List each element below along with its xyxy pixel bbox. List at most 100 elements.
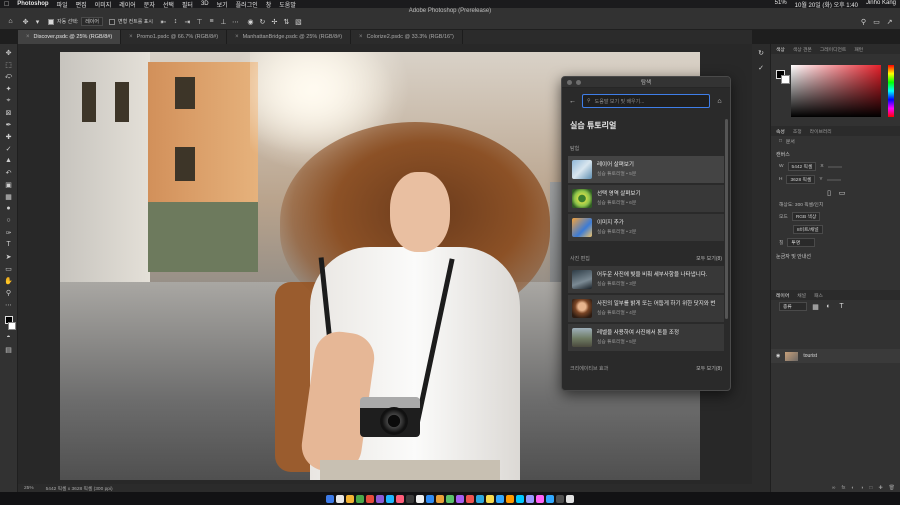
landscape-orientation-icon[interactable]: ▭: [838, 188, 847, 197]
move-tool-icon[interactable]: ✥: [21, 17, 30, 26]
tab-adjustments[interactable]: 조정: [793, 128, 802, 135]
move-tool-icon[interactable]: ✥: [3, 48, 15, 57]
home-icon[interactable]: ⌂: [715, 97, 724, 106]
dock-app-icon[interactable]: [416, 494, 424, 503]
dock-app-icon[interactable]: [566, 494, 574, 503]
new-group-icon[interactable]: □: [869, 485, 872, 491]
canvas-section-header[interactable]: 캔버스: [771, 147, 900, 160]
auto-select-dropdown[interactable]: 레이어: [81, 17, 103, 26]
marquee-tool-icon[interactable]: ⬚: [3, 60, 15, 69]
pen-tool-icon[interactable]: ✑: [3, 228, 15, 237]
eyedropper-tool-icon[interactable]: ✒: [3, 120, 15, 129]
tutorial-card[interactable]: 레벨을 사용하여 사진에서 톤을 조정 실습 튜토리얼 • 5분: [568, 324, 724, 351]
layer-row[interactable]: ◉ tourist: [771, 349, 900, 363]
close-icon[interactable]: ×: [359, 34, 363, 40]
brush-tool-icon[interactable]: ✓: [3, 144, 15, 153]
more-tools-icon[interactable]: ⋯: [3, 300, 15, 309]
tab-colorize2[interactable]: × Colorize2.psdc @ 33.3% (RGB/16"): [351, 30, 463, 44]
tutorial-card[interactable]: 이미지 추가 실습 튜토리얼 • 2분: [568, 214, 724, 241]
search-icon[interactable]: ⚲: [859, 17, 868, 26]
close-icon[interactable]: ×: [26, 34, 30, 40]
fill-dropdown[interactable]: 투명: [787, 238, 816, 247]
dock-app-icon[interactable]: [436, 494, 444, 503]
align-top-icon[interactable]: ⊤: [195, 17, 204, 26]
dock-app-icon[interactable]: [506, 494, 514, 503]
mode-dropdown[interactable]: RGB 색상: [791, 212, 821, 221]
apple-icon[interactable]: : [4, 1, 9, 8]
dock-app-icon[interactable]: [496, 494, 504, 503]
adjustment-layer-icon[interactable]: ◑: [860, 485, 863, 491]
close-icon[interactable]: ×: [235, 34, 239, 40]
eraser-tool-icon[interactable]: ▣: [3, 180, 15, 189]
tab-discover[interactable]: × Discover.psdc @ 25% (RGB/8#): [18, 30, 122, 44]
dock-app-icon[interactable]: [466, 494, 474, 503]
zoom-tool-icon[interactable]: ⚲: [3, 288, 15, 297]
healing-brush-tool-icon[interactable]: ✚: [3, 132, 15, 141]
dock-app-icon[interactable]: [486, 494, 494, 503]
3d-mode-icon[interactable]: ◉: [246, 17, 255, 26]
dock-app-icon[interactable]: [376, 494, 384, 503]
tab-layers[interactable]: 레이어: [776, 292, 789, 299]
chevron-down-icon[interactable]: ▾: [33, 17, 42, 26]
brush-settings-icon[interactable]: ✓: [757, 63, 766, 72]
magic-wand-tool-icon[interactable]: ✦: [3, 84, 15, 93]
align-right-icon[interactable]: ⇥: [183, 17, 192, 26]
auto-select-checkbox[interactable]: [48, 18, 54, 25]
tab-gradients[interactable]: 그레이디언트: [820, 46, 846, 53]
history-icon[interactable]: ↻: [757, 48, 766, 57]
menu-3d[interactable]: 3D: [201, 1, 209, 7]
see-all-link[interactable]: 모두 보기(8): [696, 255, 722, 262]
dock-app-icon[interactable]: [546, 494, 554, 503]
dock-app-icon[interactable]: [456, 494, 464, 503]
learn-titlebar[interactable]: 탐색: [562, 77, 730, 88]
dock-app-icon[interactable]: [336, 494, 344, 503]
hand-tool-icon[interactable]: ✋: [3, 276, 15, 285]
tab-properties[interactable]: 속성: [776, 128, 785, 135]
link-layers-icon[interactable]: ∞: [832, 485, 836, 491]
path-selection-tool-icon[interactable]: ➤: [3, 252, 15, 261]
close-icon[interactable]: ×: [129, 34, 133, 40]
minimize-window-button[interactable]: [576, 79, 581, 85]
bit-depth-dropdown[interactable]: 8비트/채널: [793, 225, 823, 234]
height-field[interactable]: 3628 픽셀: [786, 175, 816, 184]
3d-rotate-icon[interactable]: ↻: [258, 17, 267, 26]
learn-scrollbar[interactable]: [725, 119, 728, 319]
tab-patterns[interactable]: 패턴: [854, 46, 863, 53]
tab-paths[interactable]: 패스: [814, 292, 823, 299]
history-brush-tool-icon[interactable]: ↶: [3, 168, 15, 177]
transform-controls-checkbox[interactable]: [109, 18, 115, 25]
align-bottom-icon[interactable]: ⊥: [219, 17, 228, 26]
tutorial-card[interactable]: 선택 영역 살펴보기 실습 튜토리얼 • 6분: [568, 185, 724, 212]
blur-tool-icon[interactable]: ●: [3, 204, 15, 213]
3d-slide-icon[interactable]: ⇅: [282, 17, 291, 26]
background-color-swatch[interactable]: [781, 75, 790, 84]
shape-tool-icon[interactable]: ▭: [3, 264, 15, 273]
frame-tool-icon[interactable]: ⊠: [3, 108, 15, 117]
type-tool-icon[interactable]: T: [3, 240, 15, 249]
zoom-level[interactable]: 25%: [24, 486, 34, 491]
dock-app-icon[interactable]: [406, 494, 414, 503]
align-center-icon[interactable]: ↕: [171, 17, 180, 26]
rulers-guides-header[interactable]: 눈금자 및 안내선: [771, 249, 900, 262]
dock-app-icon[interactable]: [386, 494, 394, 503]
tab-manhattan-bridge[interactable]: × ManhattanBridge.psdc @ 25% (RGB/8#): [227, 30, 352, 44]
dock-app-icon[interactable]: [476, 494, 484, 503]
share-icon[interactable]: ↗: [885, 17, 894, 26]
dock-app-icon[interactable]: [426, 494, 434, 503]
x-field[interactable]: [827, 165, 842, 168]
dock-app-icon[interactable]: [356, 494, 364, 503]
menu-app-name[interactable]: Photoshop: [17, 1, 48, 7]
trash-icon[interactable]: 🗑: [889, 485, 895, 491]
tab-promo1[interactable]: × Promo1.psdc @ 66.7% (RGB/8#): [121, 30, 228, 44]
tutorial-card[interactable]: 레이어 살펴보기 실습 튜토리얼 • 5분: [568, 156, 724, 183]
align-left-icon[interactable]: ⇤: [159, 17, 168, 26]
gradient-tool-icon[interactable]: ▦: [3, 192, 15, 201]
workspace-icon[interactable]: ▭: [872, 17, 881, 26]
layer-kind-filter[interactable]: 종류: [779, 302, 807, 311]
learn-search-input[interactable]: ⚲ 도움말 보기 및 배우기...: [582, 94, 710, 108]
width-field[interactable]: 5442 픽셀: [787, 162, 817, 171]
quick-mask-icon[interactable]: ◓: [3, 333, 15, 342]
filter-adjust-icon[interactable]: ◐: [824, 302, 833, 311]
dock-app-icon[interactable]: [346, 494, 354, 503]
3d-scale-icon[interactable]: ▧: [294, 17, 303, 26]
